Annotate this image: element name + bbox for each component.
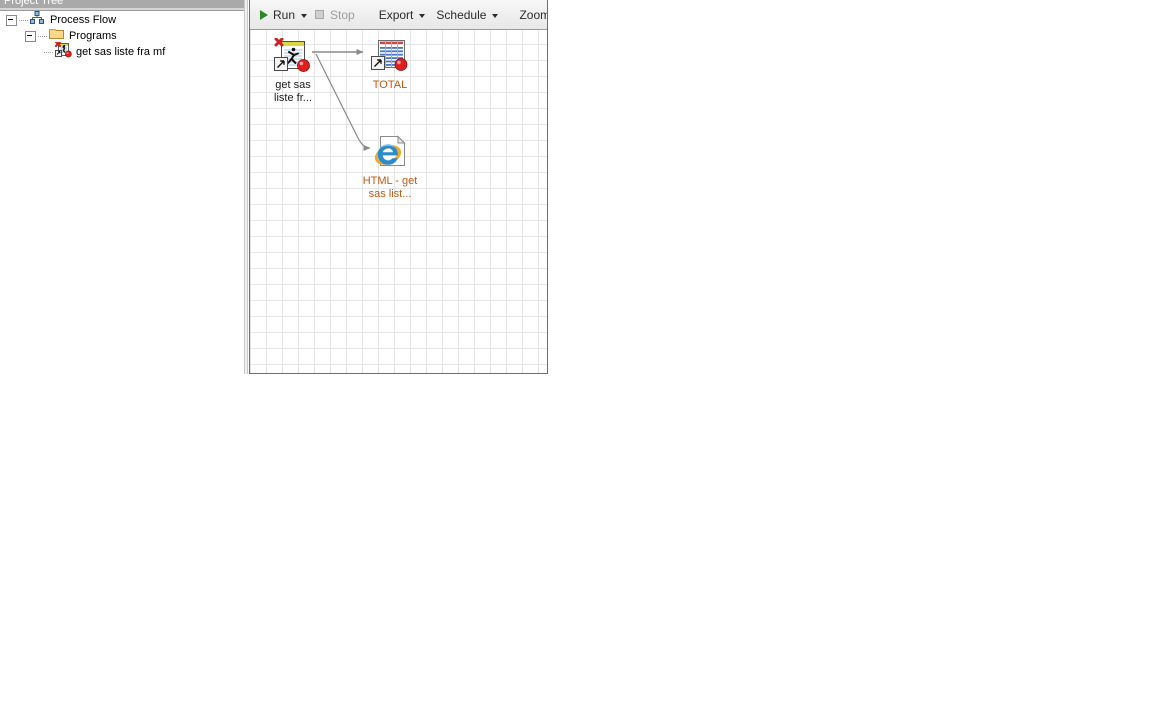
node-icon-wrap [273, 37, 313, 76]
stop-square-icon [315, 10, 325, 19]
process-flow-panel: Run Stop Export Schedule Zoom get sas li… [249, 0, 548, 374]
process-flow-icon [30, 10, 46, 30]
zoom-button-label: Zoom [519, 7, 548, 22]
flow-node-html-report[interactable]: HTML - get sas list... [347, 134, 433, 201]
flow-node-label: get sas liste fr... [274, 79, 312, 104]
panel-splitter[interactable] [244, 0, 248, 374]
tree-connector-line [44, 51, 53, 53]
flow-node-total[interactable]: TOTAL [347, 38, 433, 92]
flow-node-label: TOTAL [372, 79, 408, 91]
process-flow-toolbar: Run Stop Export Schedule Zoom [250, 0, 547, 30]
project-tree[interactable]: Process Flow Programs get sas liste fra … [0, 10, 244, 362]
sas-program-icon [54, 40, 72, 63]
process-flow-canvas[interactable]: get sas liste fr... TOTAL HTML - get sas… [250, 30, 547, 373]
application-window: Project Tree Process Flow Programs get s… [0, 0, 1152, 720]
tree-item-label: Programs [69, 30, 117, 42]
dataset-table-icon [371, 40, 408, 71]
expander-toggle-process-flow[interactable] [6, 14, 17, 26]
flow-node-get-sas-liste[interactable]: get sas liste fr... [250, 37, 336, 105]
export-button[interactable]: Export [372, 4, 430, 26]
export-button-label: Export [378, 7, 414, 22]
sas-program-icon [274, 37, 310, 72]
expander-toggle-programs[interactable] [25, 30, 36, 42]
stop-button[interactable]: Stop [311, 4, 362, 26]
run-play-icon [260, 9, 268, 20]
node-icon-wrap [370, 38, 410, 76]
project-tree-caption: Project Tree [0, 0, 244, 8]
tree-item-label: Process Flow [50, 14, 117, 26]
tree-item-programs[interactable]: Programs [0, 28, 244, 44]
html-report-icon [374, 135, 406, 166]
project-tree-panel: Project Tree Process Flow Programs get s… [0, 0, 244, 374]
node-icon-wrap [370, 134, 410, 172]
chevron-down-icon[interactable] [301, 13, 308, 18]
schedule-button[interactable]: Schedule [429, 4, 502, 26]
chevron-down-icon[interactable] [419, 13, 426, 18]
tree-connector-line [38, 35, 47, 37]
run-button[interactable]: Run [256, 4, 311, 26]
tree-item-process-flow[interactable]: Process Flow [0, 10, 244, 30]
stop-button-label: Stop [330, 7, 355, 22]
schedule-button-label: Schedule [436, 7, 487, 22]
tree-connector-line [19, 19, 28, 21]
zoom-button[interactable]: Zoom [512, 4, 548, 26]
flow-node-label: HTML - get sas list... [362, 175, 418, 200]
run-button-label: Run [273, 7, 296, 22]
chevron-down-icon[interactable] [492, 13, 499, 18]
tree-item-label: get sas liste fra mf [76, 46, 166, 58]
tree-item-get-sas-liste-fra-mf[interactable]: get sas liste fra mf [0, 40, 244, 63]
